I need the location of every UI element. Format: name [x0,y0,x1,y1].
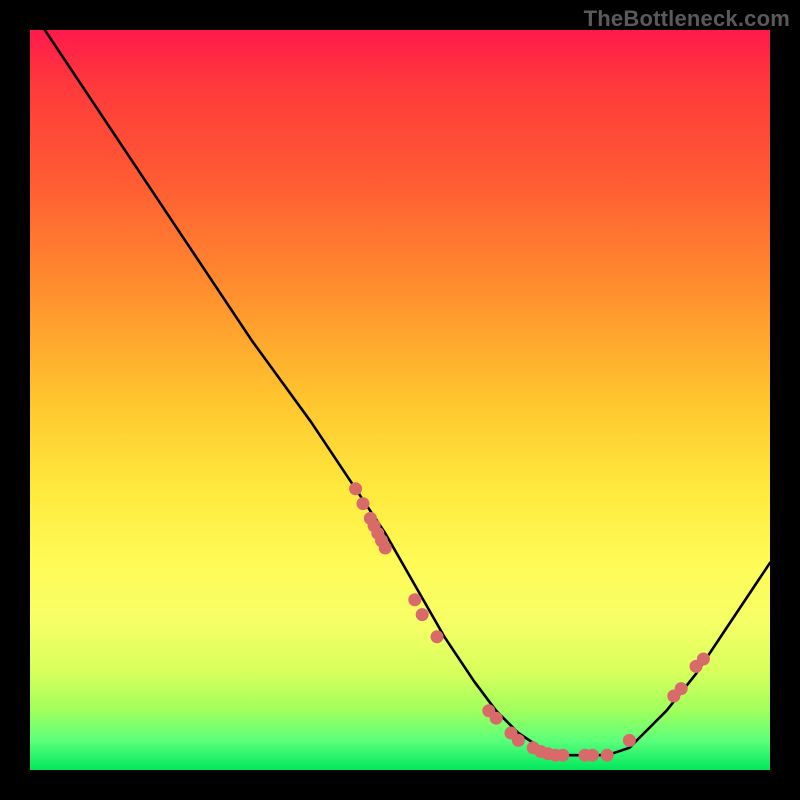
scatter-dot [408,593,421,606]
bottleneck-curve [45,30,770,755]
chart-stage: TheBottleneck.com [0,0,800,800]
scatter-dot [490,712,503,725]
scatter-dot [416,608,429,621]
watermark-text: TheBottleneck.com [584,6,790,32]
scatter-dot [601,749,614,762]
scatter-dot [586,749,599,762]
plot-area [30,30,770,770]
scatter-dot [431,630,444,643]
scatter-dot [357,497,370,510]
scatter-dot [556,749,569,762]
scatter-dot [379,542,392,555]
scatter-dot [675,682,688,695]
scatter-dot [512,734,525,747]
scatter-dot [623,734,636,747]
scatter-dot [349,482,362,495]
chart-svg [30,30,770,770]
scatter-dot [697,653,710,666]
